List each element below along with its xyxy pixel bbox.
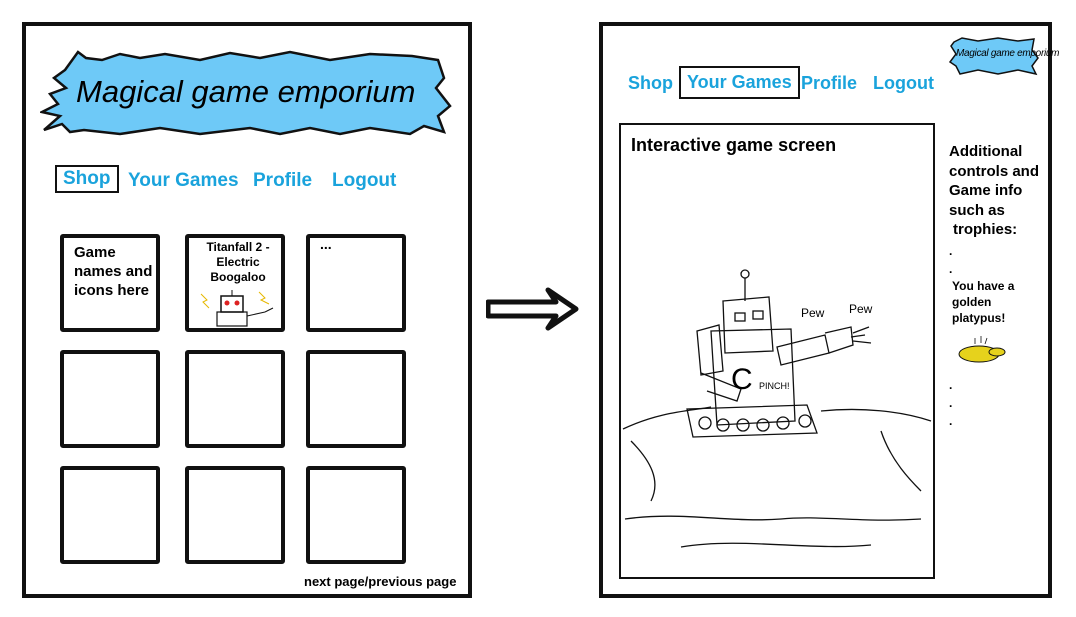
game-tile[interactable]	[185, 350, 285, 448]
robot-thumbnail	[200, 290, 274, 327]
nav-logout[interactable]: Logout	[873, 73, 934, 94]
nav-shop[interactable]: Shop	[55, 165, 119, 193]
pinch-label: PINCH!	[759, 381, 790, 391]
game-tile[interactable]	[306, 466, 406, 564]
game-tile[interactable]	[60, 350, 160, 448]
site-banner-small: Magical game emporium	[948, 36, 1060, 76]
list-dot: .	[949, 243, 953, 258]
game-scene-drawing: Pew Pew PINCH! C	[622, 269, 932, 548]
letter-label: C	[731, 363, 753, 396]
game-tile-titanfall[interactable]: Titanfall 2 - Electric Boogaloo	[185, 234, 285, 332]
game-screen-title: Interactive game screen	[631, 135, 837, 155]
tile-label: Game names and icons here	[74, 244, 153, 299]
game-tile[interactable]: ...	[306, 234, 406, 332]
golden-platypus-icon	[958, 335, 1006, 362]
site-title: Magical game emporium	[76, 74, 416, 109]
nav-your-games[interactable]: Your Games	[679, 66, 800, 99]
sidebar-heading-line: such as	[949, 201, 1005, 219]
pew-label: Pew	[849, 302, 873, 316]
nav-profile[interactable]: Profile	[801, 73, 857, 94]
trophy-text: golden	[952, 294, 992, 309]
nav-your-games[interactable]: Your Games	[128, 170, 239, 192]
game-tile[interactable]	[60, 466, 160, 564]
sidebar-heading-line: trophies:	[953, 221, 1018, 238]
list-dot: .	[949, 377, 953, 392]
list-dot: .	[949, 395, 953, 410]
game-screen[interactable]: Interactive game screen Pew Pew PINCH! C	[619, 123, 935, 579]
pew-label: Pew	[801, 306, 825, 320]
nav-profile[interactable]: Profile	[253, 170, 312, 192]
game-tile[interactable]	[185, 466, 285, 564]
sidebar-heading-line: Additional	[949, 143, 1023, 160]
list-dot: .	[949, 261, 953, 276]
site-title: Magical game emporium	[956, 48, 1060, 59]
list-dot: .	[949, 413, 953, 428]
game-tile[interactable]: Game names and icons here	[60, 234, 160, 332]
trophy-text: platypus!	[952, 310, 1006, 325]
nav-logout[interactable]: Logout	[332, 170, 396, 192]
tile-label: ...	[320, 236, 332, 252]
game-page-mockup: Magical game emporium Shop Your Games Pr…	[599, 22, 1060, 598]
game-tile[interactable]	[306, 350, 406, 448]
shop-page-mockup: Magical game emporium Shop Your Games Pr…	[22, 22, 472, 598]
tile-label: Titanfall 2 - Electric Boogaloo	[206, 240, 270, 284]
trophy-entry[interactable]: You have a golden platypus!	[949, 278, 1049, 326]
game-info-sidebar: Additional controls and Game info such a…	[949, 142, 1049, 430]
trophy-text: You have a	[952, 278, 1015, 293]
pagination-link[interactable]: next page/previous page	[304, 574, 456, 589]
right-arrow-icon	[486, 287, 579, 331]
site-banner: Magical game emporium	[38, 48, 460, 138]
sidebar-heading-line: controls and	[949, 162, 1040, 180]
sidebar-heading-line: Game info	[949, 182, 1023, 199]
nav-shop[interactable]: Shop	[628, 73, 673, 94]
